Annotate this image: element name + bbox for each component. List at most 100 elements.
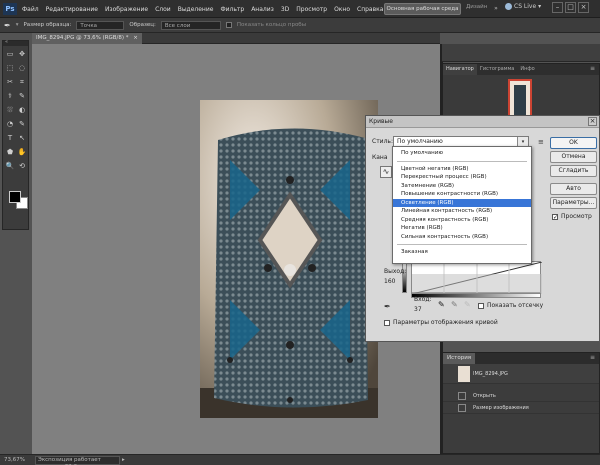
preview-checkbox[interactable] [552,213,558,220]
menu-item[interactable]: Анализ [251,6,274,13]
menu-item[interactable]: 3D [281,6,289,13]
style-option[interactable]: Линейная контрастность (RGB) [393,207,531,216]
document-image[interactable] [200,100,378,418]
lasso-tool-icon[interactable]: ⬚ [5,63,15,73]
zoom-level[interactable]: 73,67% [4,455,25,465]
history-tab[interactable]: История [443,353,476,364]
ok-button[interactable]: OK [550,137,597,149]
tools-collapse-icon[interactable]: « [5,39,8,45]
move-tool-icon[interactable]: ▭ [5,49,15,59]
eyedropper-tool-icon[interactable]: ⌗ [17,77,27,87]
workspace-design-button[interactable]: Дизайн [466,4,487,10]
curve-display-options-toggle[interactable]: Параметры отображения кривой [384,319,498,326]
menu-item[interactable]: Справка [357,6,383,13]
preset-menu-icon[interactable]: ≡ [538,137,548,147]
menu-item[interactable]: Изображение [105,6,148,13]
zoom-tool-icon[interactable]: 🔍 [5,161,15,171]
curve-points-tool-icon[interactable]: ∿ [380,166,392,178]
document-tab-close-icon[interactable]: × [133,35,138,41]
history-state[interactable]: Размер изображения [443,402,599,414]
history-brush-tool-icon[interactable]: ◐ [17,105,27,115]
workspace-more-button[interactable]: » [490,3,502,15]
white-point-eyedropper-icon[interactable]: ✎ [464,300,471,309]
quick-select-tool-icon[interactable]: ◌ [17,63,27,73]
navigator-tab[interactable]: Инфо [517,64,537,75]
workspace-essentials-button[interactable]: Основная рабочая среда [384,3,461,15]
options-button[interactable]: Параметры... [550,197,597,209]
curves-close-icon[interactable]: × [588,117,597,126]
style-option[interactable]: Средняя контрастность (RGB) [393,216,531,225]
crop-tool-icon[interactable]: ✂ [5,77,15,87]
style-option[interactable]: Сильная контрастность (RGB) [393,233,531,242]
menu-item[interactable]: Файл [22,6,39,13]
cs-live-button[interactable]: CS Live ▾ [505,3,541,10]
style-option[interactable]: Перекрестный процесс (RGB) [393,173,531,182]
cancel-button[interactable]: Отмена [550,151,597,163]
navigator-tab[interactable]: Навигатор [443,64,477,75]
smooth-button[interactable]: Сгладить [550,165,597,177]
style-option[interactable]: Повышение контрастности (RGB) [393,190,531,199]
history-snapshot[interactable]: IMG_8294.JPG [443,364,599,384]
show-clipping-checkbox[interactable] [478,302,484,309]
style-option[interactable]: Негатив (RGB) [393,224,531,233]
sample-select[interactable]: Все слои [160,20,221,30]
shape-tool-icon[interactable]: ⬟ [5,147,15,157]
output-value[interactable]: 160 [384,278,395,285]
input-value[interactable]: 37 [414,306,422,313]
curves-dialog-title[interactable]: Кривые [366,116,599,128]
rotate-tool-icon[interactable]: ⟲ [17,161,27,171]
output-gradient [402,261,407,293]
history-menu-icon[interactable]: ≡ [590,354,595,361]
menu-item[interactable]: Слои [155,6,171,13]
maximize-button[interactable]: □ [565,2,576,13]
path-select-tool-icon[interactable]: ↖ [17,133,27,143]
sample-size-label: Размер образца: [23,22,72,28]
auto-button[interactable]: Авто [550,183,597,195]
style-option[interactable]: По умолчанию [393,149,531,158]
navigator-menu-icon[interactable]: ≡ [590,65,595,72]
gray-point-eyedropper-icon[interactable]: ✎ [451,300,458,309]
curve-graph[interactable] [411,261,542,294]
style-list-separator [397,244,527,245]
show-clipping-toggle[interactable]: Показать отсечку [478,302,543,309]
style-option[interactable]: Заказная [393,248,531,257]
brush-tool-icon[interactable]: ✎ [17,91,27,101]
navigator-tab[interactable]: Гистограмма [477,64,518,75]
menu-item[interactable]: Выделение [178,6,214,13]
menu-item[interactable]: Окно [334,6,350,13]
eyedropper-tool-icon[interactable]: ✒ [4,21,11,30]
menu-item[interactable]: Редактирование [46,6,98,13]
curve-display-options-label: Параметры отображения кривой [393,319,498,326]
menu-item[interactable]: Фильтр [220,6,244,13]
sample-size-select[interactable]: Точка [76,20,125,30]
minimize-button[interactable]: – [552,2,563,13]
history-state[interactable]: Открыть [443,390,599,402]
gradient-tool-icon[interactable]: ✎ [17,119,27,129]
status-menu-arrow-icon[interactable]: ▸ [122,455,125,465]
healing-tool-icon[interactable]: ⚕ [5,91,15,101]
history-state-label: Открыть [473,393,496,399]
hand-tool-icon[interactable]: ✋ [17,147,27,157]
close-button[interactable]: × [578,2,589,13]
status-info[interactable]: Экспозиция работает только в 32-бит [35,456,120,465]
tools-panel-grip[interactable]: « [3,39,28,46]
curve-display-options-expand-icon[interactable] [384,319,390,326]
style-option[interactable]: Цветной негатив (RGB) [393,165,531,174]
black-point-eyedropper-icon[interactable]: ✎ [438,300,445,309]
show-ring-checkbox[interactable] [225,22,232,28]
style-select-value: По умолчанию [397,138,443,145]
style-option[interactable]: Осветление (RGB) [393,198,531,207]
style-option[interactable]: Затемнение (RGB) [393,182,531,191]
type-tool-icon[interactable]: T [5,133,15,143]
eraser-tool-icon[interactable]: ◔ [5,119,15,129]
preview-toggle[interactable]: Просмотр [552,213,592,220]
document-tab[interactable]: IMG_8294.JPG @ 73,6% (RGB/8) * × [32,33,142,44]
tool-preset-arrow-icon[interactable]: ▾ [16,22,19,28]
marquee-tool-icon[interactable]: ✥ [17,49,27,59]
input-label: Вход: [414,296,432,303]
navigator-tabs: Навигатор Гистограмма Инфо [443,64,599,75]
stamp-tool-icon[interactable]: ⛆ [5,105,15,115]
target-adjust-icon[interactable]: ✒ [384,302,391,311]
foreground-color-swatch[interactable] [9,191,21,203]
menu-item[interactable]: Просмотр [296,6,327,13]
